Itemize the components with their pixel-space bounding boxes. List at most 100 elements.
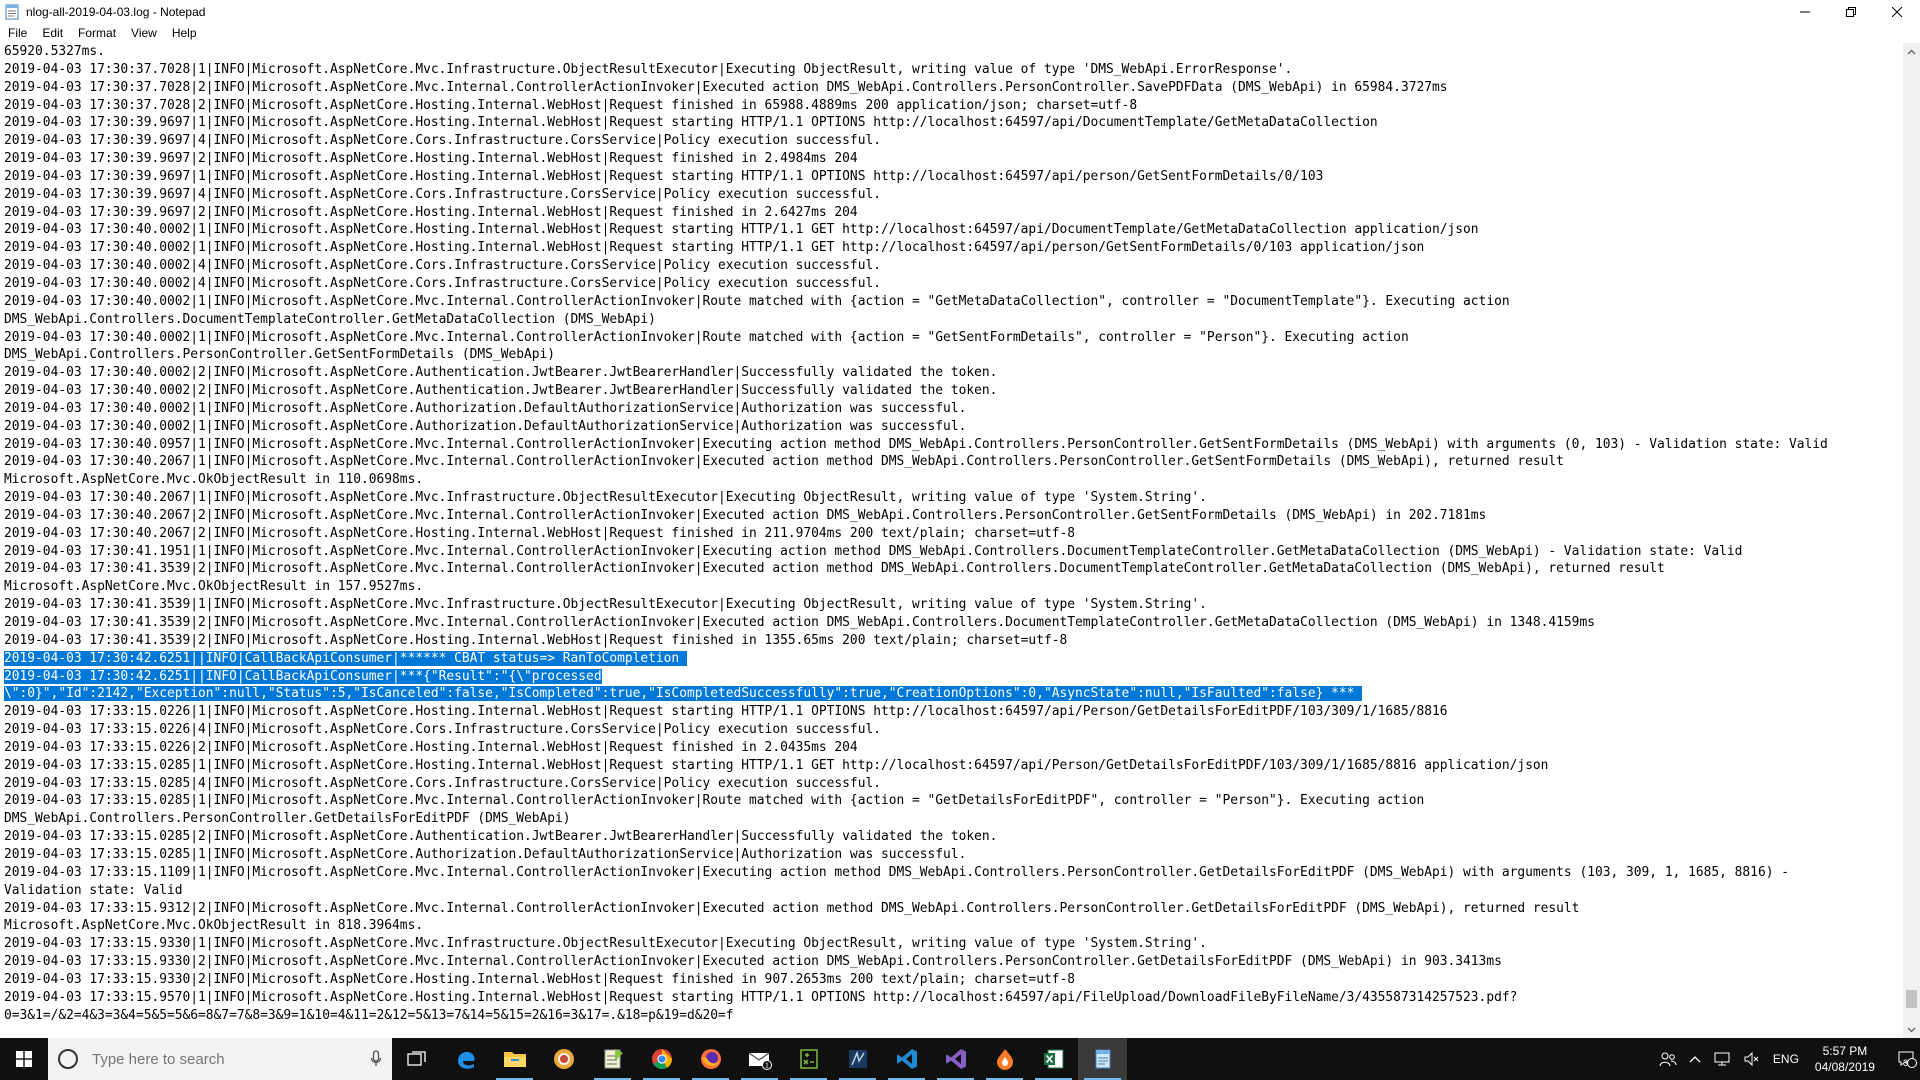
cortana-icon <box>58 1049 78 1069</box>
log-line: 2019-04-03 17:30:39.9697|4|INFO|Microsof… <box>4 132 1903 150</box>
taskbar-task-view[interactable] <box>392 1038 441 1080</box>
log-line-text: 2019-04-03 17:30:39.9697|4|INFO|Microsof… <box>4 133 881 149</box>
log-line-text: 2019-04-03 17:30:40.0002|1|INFO|Microsof… <box>4 240 1425 256</box>
log-line-text: 2019-04-03 17:30:39.9697|1|INFO|Microsof… <box>4 168 1324 184</box>
log-line-text: 2019-04-03 17:30:40.0002|4|INFO|Microsof… <box>4 258 881 274</box>
taskbar-excel[interactable] <box>1029 1038 1078 1080</box>
log-line: 2019-04-03 17:33:15.9570|1|INFO|Microsof… <box>4 989 1903 1007</box>
log-line: 2019-04-03 17:30:40.0002|4|INFO|Microsof… <box>4 275 1903 293</box>
xampp-icon <box>996 1049 1013 1070</box>
taskbar-firefox[interactable] <box>686 1038 735 1080</box>
menu-view[interactable]: View <box>123 26 164 40</box>
scroll-up-button[interactable] <box>1903 43 1920 60</box>
file-explorer-icon <box>503 1052 526 1067</box>
clock-date: 04/08/2019 <box>1814 1060 1875 1074</box>
log-line: 2019-04-03 17:30:41.1951|1|INFO|Microsof… <box>4 543 1903 561</box>
log-line: 2019-04-03 17:33:15.1109|1|INFO|Microsof… <box>4 864 1903 882</box>
show-hidden-icons-button[interactable] <box>1683 1038 1707 1080</box>
excel-icon <box>1043 1049 1063 1069</box>
log-line-text: 2019-04-03 17:30:37.7028|2|INFO|Microsof… <box>4 79 1448 95</box>
close-icon <box>1892 6 1902 17</box>
minimize-button[interactable] <box>1782 0 1828 23</box>
log-line: 2019-04-03 17:30:37.7028|2|INFO|Microsof… <box>4 97 1903 115</box>
search-input[interactable] <box>90 1049 354 1069</box>
taskbar-clock[interactable]: 5:57 PM 04/08/2019 <box>1805 1043 1885 1075</box>
log-line-text: DMS_WebApi.Controllers.PersonController.… <box>4 811 571 827</box>
log-line-text: 65920.5327ms. <box>4 44 105 59</box>
log-line: 2019-04-03 17:33:15.0285|4|INFO|Microsof… <box>4 775 1903 793</box>
taskbar-notepad[interactable] <box>1078 1038 1127 1080</box>
log-line-text: Microsoft.AspNetCore.Mvc.OkObjectResult … <box>4 579 424 595</box>
taskbar-vscode[interactable] <box>882 1038 931 1080</box>
taskbar: 1 <box>0 1038 1920 1080</box>
taskbar-xampp[interactable] <box>980 1038 1029 1080</box>
menu-edit[interactable]: Edit <box>34 26 70 40</box>
text-editor[interactable]: 65920.5327ms. 2019-04-03 17:30:37.7028|1|… <box>0 43 1903 1038</box>
clock-time: 5:57 PM <box>1822 1044 1868 1058</box>
log-line-text: 2019-04-03 17:33:15.9330|2|INFO|Microsof… <box>4 971 1075 987</box>
system-tray: ENG 5:57 PM 04/08/2019 3 <box>1653 1038 1920 1080</box>
taskbar-file-explorer[interactable] <box>490 1038 539 1080</box>
log-line-text: 2019-04-03 17:33:15.9312|2|INFO|Microsof… <box>4 900 1580 916</box>
log-line: 2019-04-03 17:33:15.0226|1|INFO|Microsof… <box>4 703 1903 721</box>
log-line: 65920.5327ms. <box>4 43 1903 61</box>
selected-text: 2019-04-03 17:30:42.6251||INFO|CallBackA… <box>4 650 687 666</box>
log-line: 2019-04-03 17:30:40.0002|1|INFO|Microsof… <box>4 221 1903 239</box>
task-view-icon <box>406 1051 426 1066</box>
scroll-down-button[interactable] <box>1903 1021 1920 1038</box>
log-line: 2019-04-03 17:33:15.9330|2|INFO|Microsof… <box>4 971 1903 989</box>
taskbar-notepadpp[interactable] <box>588 1038 637 1080</box>
taskbar-chrome-canary[interactable] <box>539 1038 588 1080</box>
log-line: Microsoft.AspNetCore.Mvc.OkObjectResult … <box>4 578 1903 596</box>
taskbar-ssms[interactable] <box>833 1038 882 1080</box>
log-line-text: Microsoft.AspNetCore.Mvc.OkObjectResult … <box>4 918 424 934</box>
menu-format[interactable]: Format <box>70 26 123 40</box>
log-line-text: 2019-04-03 17:30:41.3539|1|INFO|Microsof… <box>4 597 1207 613</box>
maximize-button[interactable] <box>1828 0 1874 23</box>
start-button[interactable] <box>0 1038 48 1080</box>
log-line: 2019-04-03 17:30:42.6251||INFO|CallBackA… <box>4 668 1903 686</box>
log-line: 2019-04-03 17:30:40.0002|4|INFO|Microsof… <box>4 257 1903 275</box>
log-line: 2019-04-03 17:30:41.3539|2|INFO|Microsof… <box>4 614 1903 632</box>
log-line-text: 2019-04-03 17:30:39.9697|4|INFO|Microsof… <box>4 186 881 202</box>
log-line: 2019-04-03 17:30:39.9697|1|INFO|Microsof… <box>4 114 1903 132</box>
log-line-text: Microsoft.AspNetCore.Mvc.OkObjectResult … <box>4 472 424 488</box>
taskbar-search[interactable] <box>48 1038 392 1080</box>
microphone-icon[interactable] <box>370 1050 382 1068</box>
volume-muted-icon <box>1744 1051 1759 1067</box>
log-line: 2019-04-03 17:30:39.9697|2|INFO|Microsof… <box>4 150 1903 168</box>
log-line: 2019-04-03 17:30:39.9697|1|INFO|Microsof… <box>4 168 1903 186</box>
log-line-text: 2019-04-03 17:33:15.0285|1|INFO|Microsof… <box>4 846 967 862</box>
menu-file[interactable]: File <box>0 26 34 40</box>
taskbar-edge[interactable] <box>441 1038 490 1080</box>
mail-icon: 1 <box>748 1052 772 1070</box>
window-title: nlog-all-2019-04-03.log - Notepad <box>26 4 206 19</box>
close-button[interactable] <box>1874 0 1920 23</box>
menu-help[interactable]: Help <box>164 26 204 40</box>
taskbar-visual-studio[interactable] <box>931 1038 980 1080</box>
network-button[interactable] <box>1707 1038 1737 1080</box>
log-line: 2019-04-03 17:33:15.0285|2|INFO|Microsof… <box>4 828 1903 846</box>
menu-bar: File Edit Format View Help <box>0 23 1920 43</box>
volume-button[interactable] <box>1737 1038 1767 1080</box>
log-line: 2019-04-03 17:30:40.0002|1|INFO|Microsof… <box>4 329 1903 347</box>
log-line-text: 2019-04-03 17:30:37.7028|1|INFO|Microsof… <box>4 61 1293 77</box>
taskbar-calculator[interactable] <box>784 1038 833 1080</box>
taskbar-chrome[interactable] <box>637 1038 686 1080</box>
notepadpp-icon <box>604 1049 623 1069</box>
people-button[interactable] <box>1653 1038 1683 1080</box>
chrome-canary-icon <box>553 1049 574 1069</box>
title-bar: nlog-all-2019-04-03.log - Notepad <box>0 0 1920 23</box>
taskbar-apps: 1 <box>392 1038 1127 1080</box>
log-line: 2019-04-03 17:30:40.0002|1|INFO|Microsof… <box>4 239 1903 257</box>
log-line-text: 2019-04-03 17:30:40.0002|1|INFO|Microsof… <box>4 329 1409 345</box>
notepad-icon <box>1095 1049 1110 1069</box>
language-indicator[interactable]: ENG <box>1767 1038 1805 1080</box>
log-line: 2019-04-03 17:30:41.3539|2|INFO|Microsof… <box>4 560 1903 578</box>
log-line: 2019-04-03 17:33:15.0226|2|INFO|Microsof… <box>4 739 1903 757</box>
scroll-thumb[interactable] <box>1906 990 1917 1008</box>
action-center-button[interactable]: 3 <box>1885 1038 1920 1080</box>
taskbar-mail[interactable]: 1 <box>735 1038 784 1080</box>
vertical-scrollbar[interactable] <box>1903 43 1920 1038</box>
ssms-icon <box>848 1050 867 1068</box>
